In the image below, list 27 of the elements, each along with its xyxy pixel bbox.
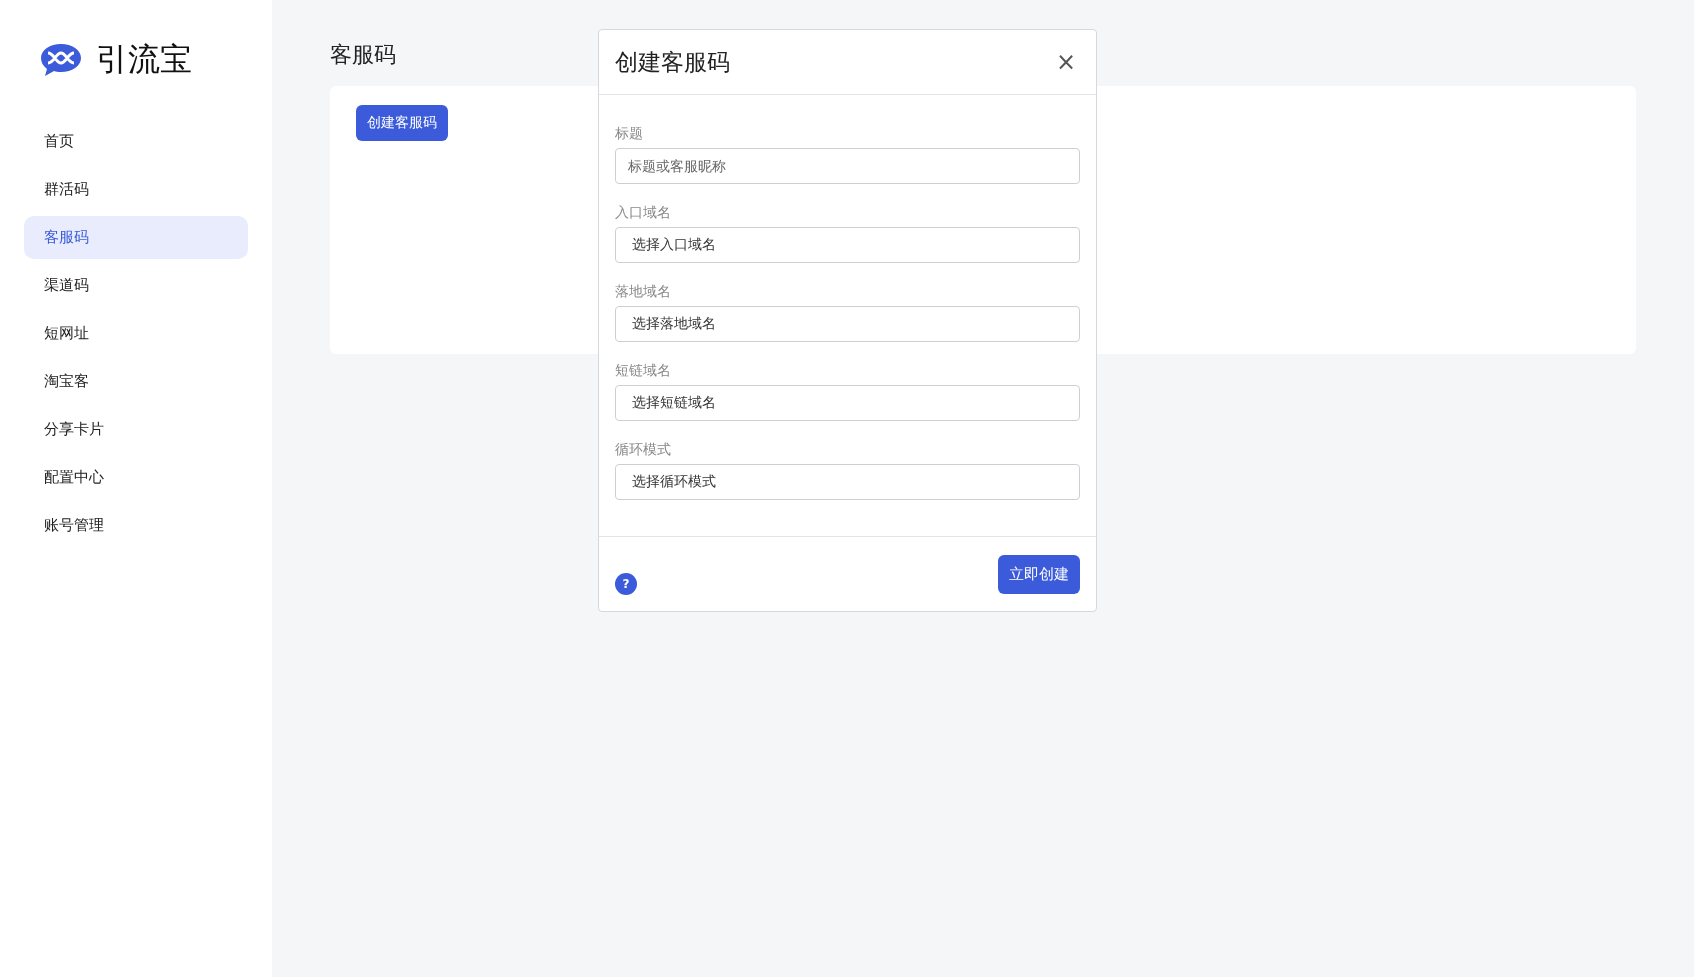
sidebar-item[interactable]: 配置中心 [24,456,248,499]
select-field[interactable]: 选择落地域名 [615,306,1080,342]
modal-title: 创建客服码 [615,47,730,77]
select-field[interactable]: 选择循环模式 [615,464,1080,500]
submit-button[interactable]: 立即创建 [998,554,1080,594]
close-button[interactable]: × [1051,48,1080,76]
select-field[interactable]: 选择入口域名 [615,227,1080,263]
page-title: 客服码 [330,41,396,69]
help-button[interactable]: ? [615,573,637,595]
logo-icon [40,42,82,78]
sidebar-item[interactable]: 首页 [24,120,248,163]
select-field[interactable]: 选择短链域名 [615,385,1080,421]
sidebar-item[interactable]: 分享卡片 [24,408,248,451]
input-field[interactable]: 标题或客服昵称 [615,148,1080,184]
sidebar-item[interactable]: 客服码 [24,216,248,259]
sidebar-item[interactable]: 淘宝客 [24,360,248,403]
brand-name: 引流宝 [96,39,192,80]
field-label: 落地域名 [615,283,672,301]
field-label: 短链域名 [615,362,672,380]
sidebar-item[interactable]: 短网址 [24,312,248,355]
sidebar-item[interactable]: 账号管理 [24,504,248,547]
field-label: 入口域名 [615,204,672,222]
sidebar-item[interactable]: 群活码 [24,168,248,211]
create-button[interactable]: 创建客服码 [356,105,448,141]
field-label: 循环模式 [615,441,672,459]
field-label: 标题 [615,125,644,143]
sidebar-item[interactable]: 渠道码 [24,264,248,307]
